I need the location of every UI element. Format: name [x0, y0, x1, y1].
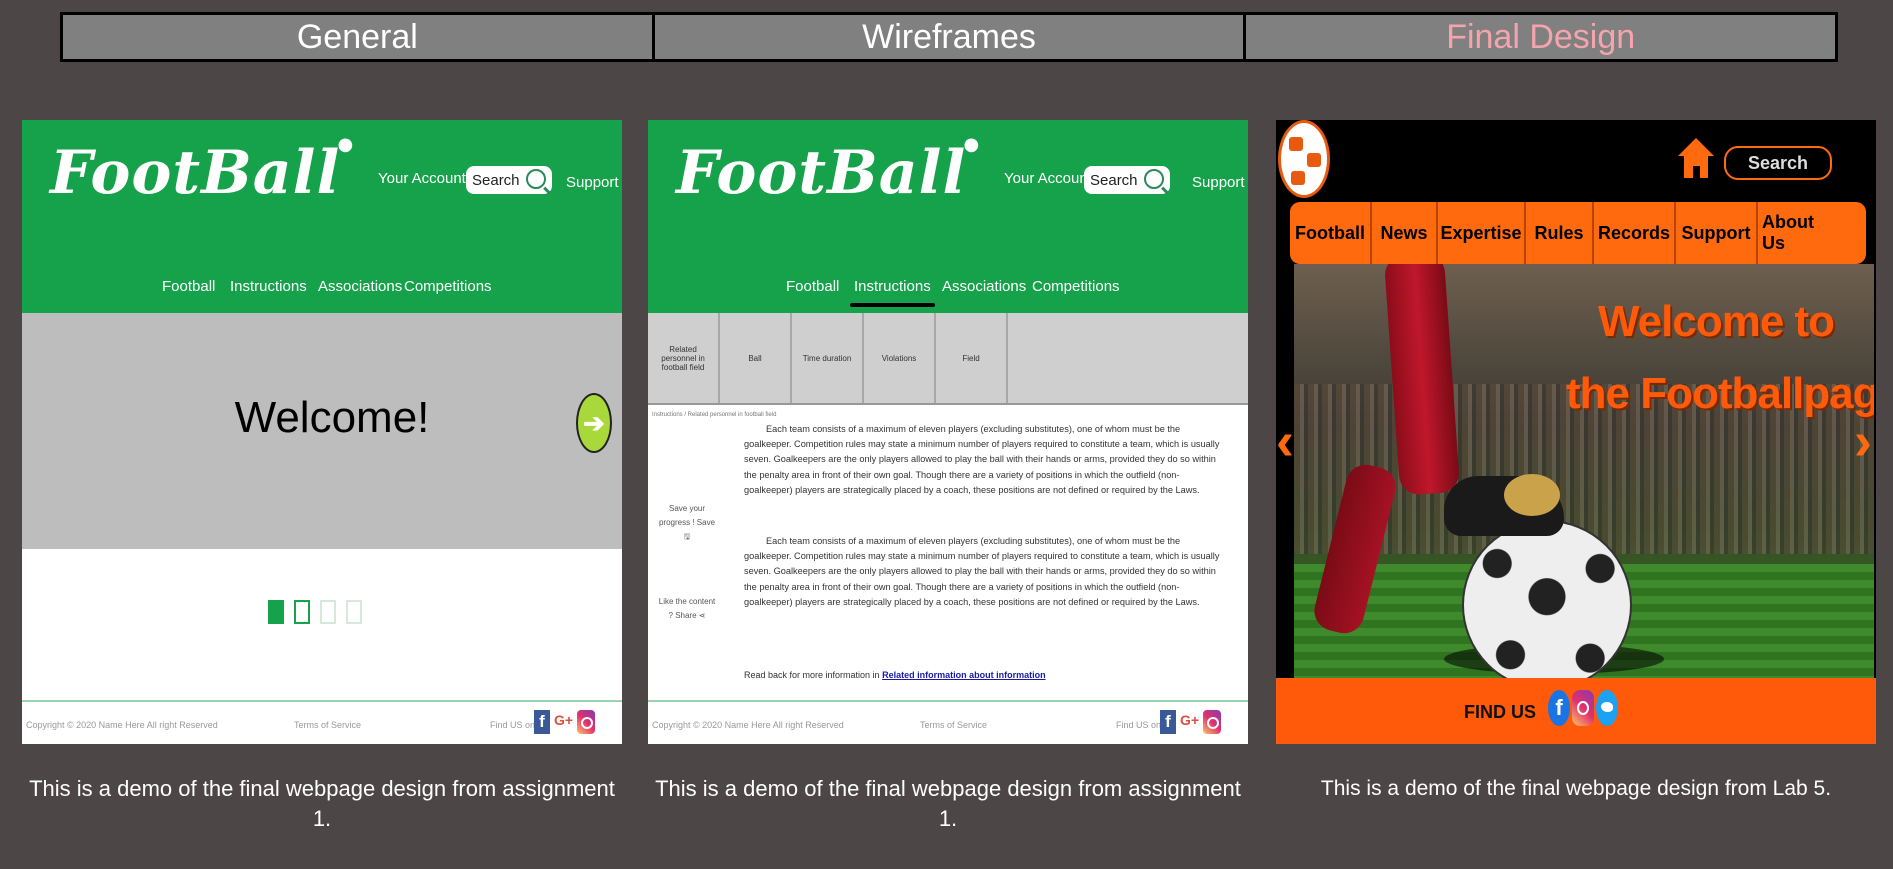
logo: FootBall ● — [50, 134, 355, 208]
general-preview: FootBall ● Your Account Search Support Fo… — [22, 120, 622, 744]
support-link[interactable]: Support — [1192, 174, 1245, 191]
share-icon: ⋖ — [698, 611, 706, 620]
final-design-preview: Search Football News Expertise Rules Rec… — [1276, 120, 1876, 744]
google-plus-icon[interactable]: G+ — [554, 712, 573, 728]
support-link[interactable]: Support — [566, 174, 619, 191]
nav-competitions[interactable]: Competitions — [1032, 278, 1120, 295]
share-button[interactable]: Like the content ? Share ⋖ — [656, 595, 718, 623]
find-us-label: FIND US — [1464, 702, 1536, 722]
ball-icon: ● — [337, 134, 355, 155]
account-link[interactable]: Your Account — [1004, 170, 1092, 187]
copyright-text: Copyright © 2020 Name Here All right Res… — [652, 720, 844, 730]
instagram-icon[interactable] — [1572, 690, 1594, 726]
facebook-icon[interactable]: f — [1160, 710, 1176, 734]
next-arrow-button[interactable]: ➔ — [576, 393, 612, 453]
nav-records[interactable]: Records — [1594, 202, 1676, 264]
nav-football[interactable]: Football — [162, 278, 215, 295]
facebook-icon[interactable]: f — [534, 710, 550, 734]
tab-final-design[interactable]: Final Design — [1246, 15, 1836, 59]
tab-bar: General Wireframes Final Design — [60, 12, 1838, 62]
copyright-text: Copyright © 2020 Name Here All right Res… — [26, 720, 218, 730]
save-icon: 🖫 — [683, 532, 691, 541]
wireframes-caption: This is a demo of the final webpage desi… — [655, 776, 1241, 831]
column-tab[interactable]: Violations — [864, 313, 936, 403]
nav-competitions[interactable]: Competitions — [404, 278, 492, 295]
ball-icon: ● — [963, 134, 981, 155]
carousel-dots — [268, 600, 362, 624]
hero-image: Welcome to the Footballpage! — [1294, 264, 1874, 678]
carousel-dot[interactable] — [294, 600, 310, 624]
arrow-right-icon: ➔ — [583, 407, 605, 438]
carousel-dot[interactable] — [268, 600, 284, 624]
logo: FootBall ● — [676, 134, 981, 208]
preview-footer: Copyright © 2020 Name Here All right Res… — [648, 700, 1248, 744]
nav-associations[interactable]: Associations — [318, 278, 402, 295]
content-paragraph: Each team consists of a maximum of eleve… — [744, 424, 1220, 495]
breadcrumb: Instructions / Related personnel in foot… — [652, 412, 777, 418]
save-progress-button[interactable]: Save your progress ! Save 🖫 — [656, 502, 718, 544]
football-icon — [1462, 520, 1632, 678]
search-box[interactable]: Search — [466, 166, 552, 194]
nav-rules[interactable]: Rules — [1526, 202, 1594, 264]
tab-general[interactable]: General — [63, 15, 655, 59]
nav-football[interactable]: Football — [786, 278, 839, 295]
home-icon[interactable] — [1678, 138, 1714, 178]
preview-footer: Copyright © 2020 Name Here All right Res… — [22, 700, 622, 744]
column-tab[interactable]: Field — [936, 313, 1008, 403]
instruction-columns: Related personnel in football field Ball… — [648, 313, 1248, 405]
column-tab[interactable]: Time duration — [792, 313, 864, 403]
nav-expertise[interactable]: Expertise — [1438, 202, 1526, 264]
main-nav: Football News Expertise Rules Records Su… — [1290, 202, 1866, 264]
nav-instructions[interactable]: Instructions — [850, 278, 935, 307]
search-input[interactable]: Search — [1724, 146, 1832, 180]
search-icon — [1144, 169, 1164, 189]
search-icon — [526, 169, 546, 189]
find-us-label: Find US on: — [1116, 720, 1164, 730]
column-tab[interactable]: Related personnel in football field — [648, 313, 720, 403]
carousel-prev-icon[interactable]: ‹ — [1276, 410, 1294, 472]
facebook-icon[interactable]: f — [1548, 690, 1570, 726]
nav-football[interactable]: Football — [1290, 202, 1372, 264]
wireframes-preview: FootBall ● Your Account Search Support Fo… — [648, 120, 1248, 744]
preview-header: FootBall ● Your Account Search Support Fo… — [22, 120, 622, 313]
instagram-icon[interactable] — [575, 708, 597, 736]
instagram-icon[interactable] — [1201, 708, 1223, 736]
twitter-icon[interactable] — [1596, 690, 1618, 726]
hero-title: Welcome to the Footballpage! — [1566, 297, 1874, 418]
find-us-label: Find US on: — [490, 720, 538, 730]
account-link[interactable]: Your Account — [378, 170, 466, 187]
carousel-dot[interactable] — [320, 600, 336, 624]
content-paragraph: Each team consists of a maximum of eleve… — [744, 536, 1220, 607]
preview-footer: FIND US f — [1276, 678, 1876, 744]
tab-wireframes[interactable]: Wireframes — [654, 15, 1247, 59]
welcome-text: Welcome! — [234, 393, 430, 442]
carousel-next-icon[interactable]: › — [1854, 410, 1872, 472]
final-caption: This is a demo of the final webpage desi… — [1320, 777, 1832, 800]
search-box[interactable]: Search — [1084, 166, 1170, 194]
nav-instructions[interactable]: Instructions — [230, 278, 307, 295]
terms-link[interactable]: Terms of Service — [920, 720, 987, 730]
nav-support[interactable]: Support — [1676, 202, 1758, 264]
column-tab[interactable]: Ball — [720, 313, 792, 403]
preview-header: FootBall ● Your Account Search Support Fo… — [648, 120, 1248, 313]
google-plus-icon[interactable]: G+ — [1180, 712, 1199, 728]
ball-logo-icon[interactable] — [1278, 120, 1330, 198]
general-caption: This is a demo of the final webpage desi… — [29, 776, 615, 831]
read-more: Read back for more information in Relate… — [744, 670, 1046, 680]
nav-news[interactable]: News — [1372, 202, 1438, 264]
terms-link[interactable]: Terms of Service — [294, 720, 361, 730]
nav-associations[interactable]: Associations — [942, 278, 1026, 295]
welcome-banner: Welcome! ➔ — [22, 313, 622, 549]
related-info-link[interactable]: Related information about information — [882, 670, 1046, 680]
nav-about-us[interactable]: About Us — [1758, 202, 1840, 264]
carousel-dot[interactable] — [346, 600, 362, 624]
